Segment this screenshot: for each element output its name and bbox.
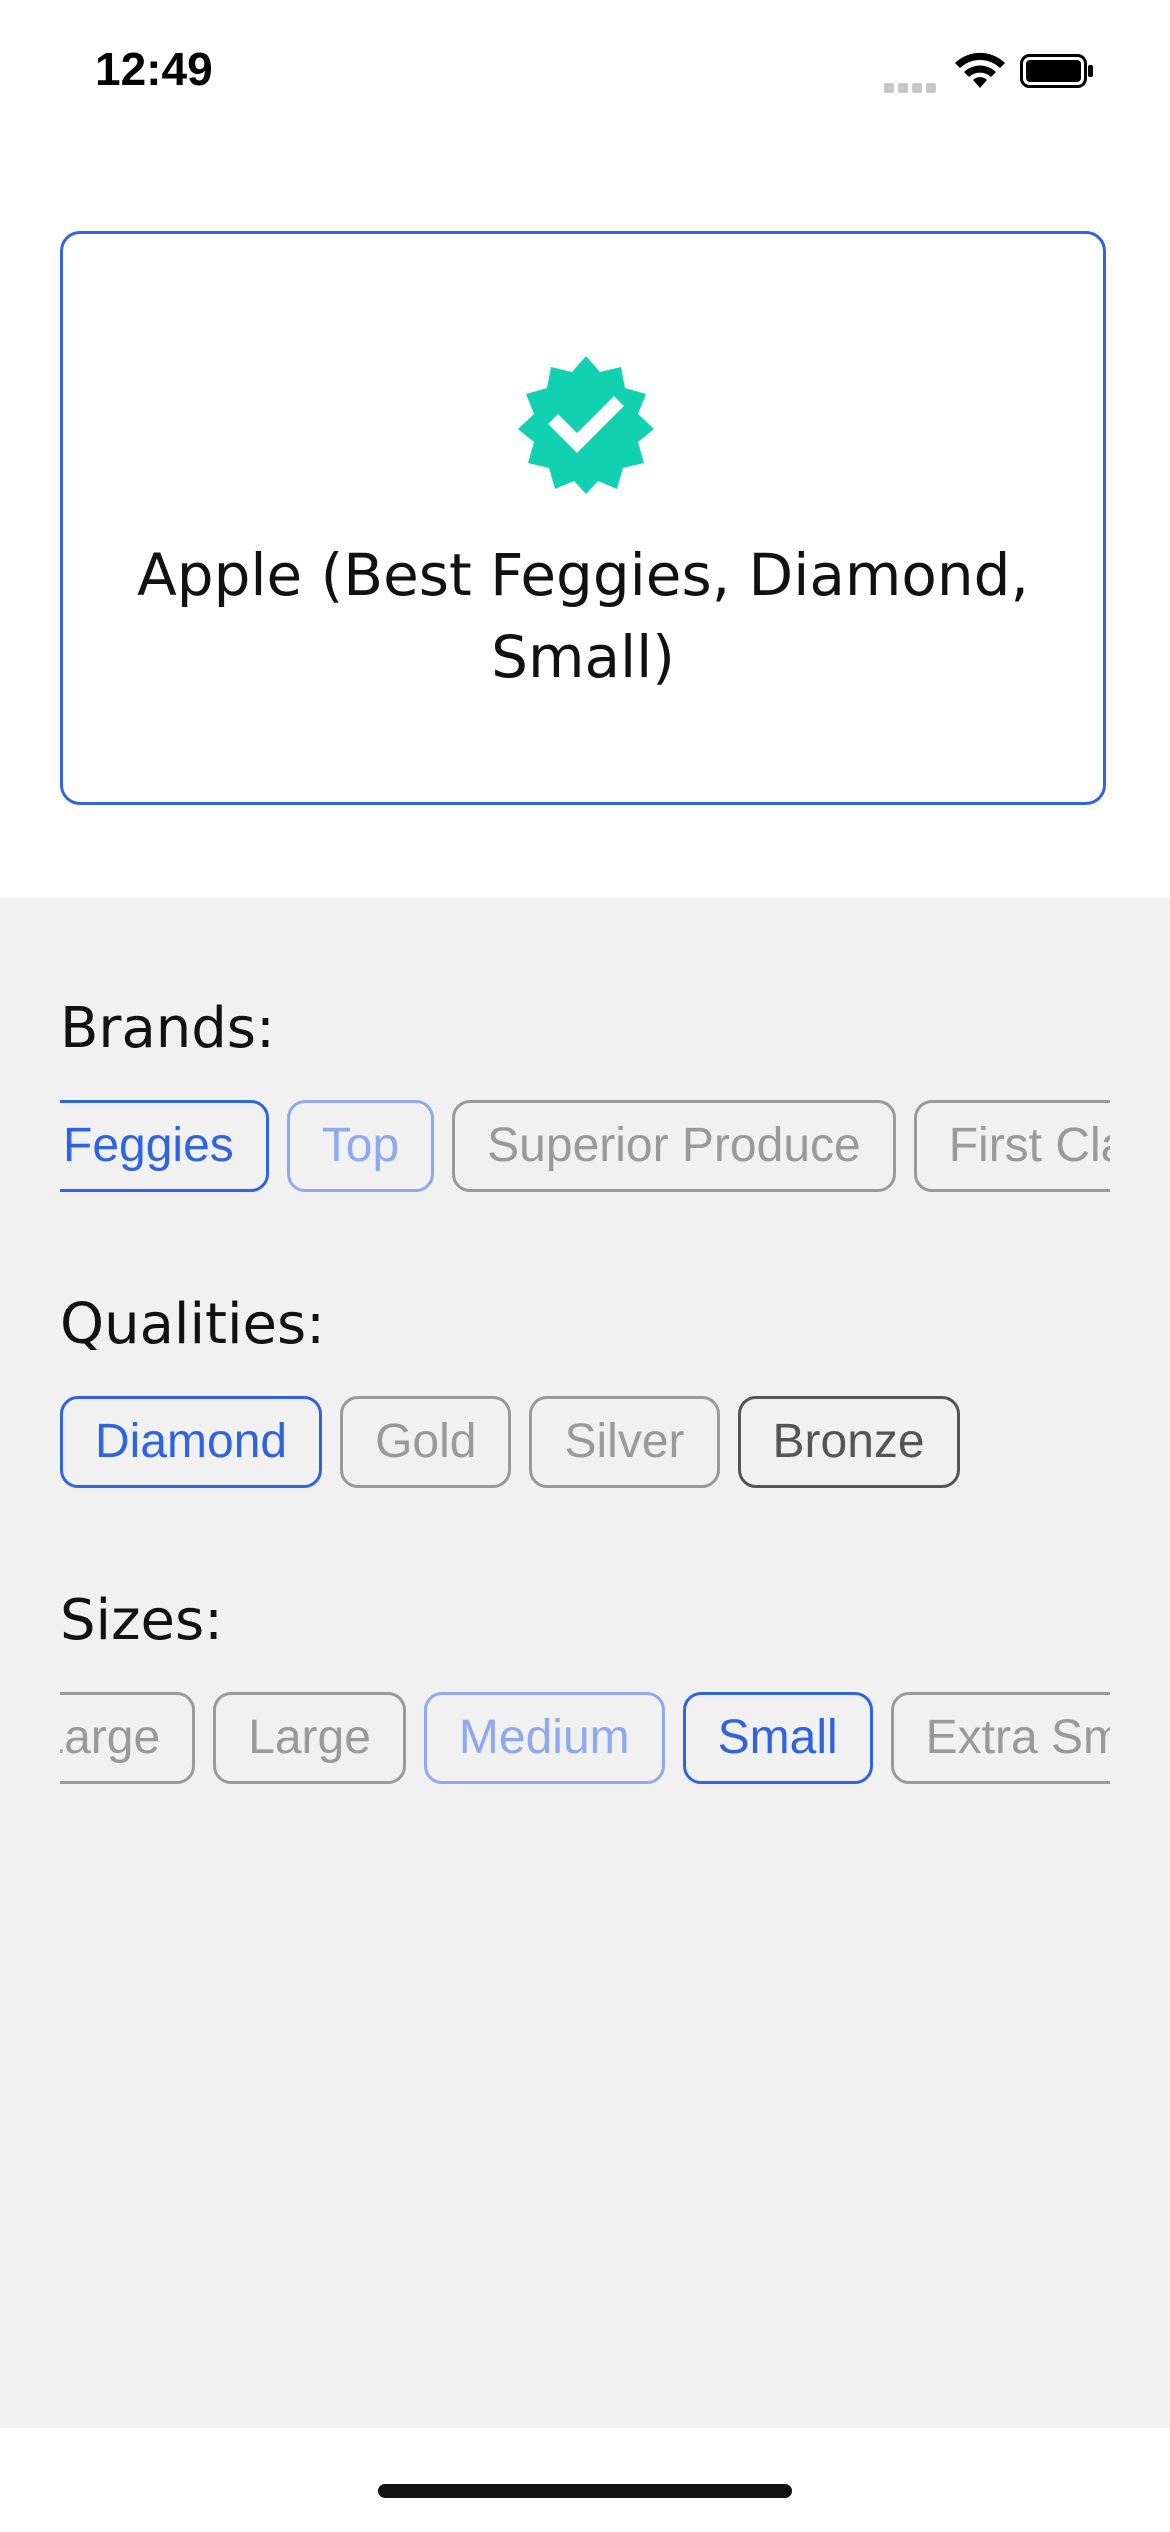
product-summary-card: Apple (Best Feggies, Diamond, Small) [60,231,1106,805]
sizes-chip-track: Extra Large Large Medium Small Extra Sma… [60,1692,1110,1792]
status-bar: 12:49 [0,0,1170,150]
brand-chip[interactable]: Superior Produce [452,1100,896,1192]
size-chip[interactable]: Medium [423,1692,665,1784]
status-time: 12:49 [95,43,213,95]
size-chip[interactable]: Extra Large [60,1692,196,1784]
sizes-label: Sizes: [60,1588,223,1653]
brand-chip[interactable]: First Class [913,1100,1110,1192]
quality-chip[interactable]: Diamond [60,1396,323,1488]
verified-badge-icon [518,356,654,494]
product-title: Apple (Best Feggies, Diamond, Small) [137,541,1029,691]
size-chip[interactable]: Extra Small [890,1692,1110,1784]
brands-chip-track: Feggies Top Superior Produce First Class [60,1100,1110,1200]
brands-label: Brands: [60,996,275,1061]
qualities-label: Qualities: [60,1292,326,1357]
home-indicator[interactable] [378,2484,792,2498]
size-chip[interactable]: Small [682,1692,873,1784]
brand-chip[interactable]: Top [286,1100,435,1192]
wifi-icon [955,52,1005,88]
sizes-chip-row[interactable]: Extra Large Large Medium Small Extra Sma… [60,1692,1110,1792]
quality-chip[interactable]: Bronze [737,1396,960,1488]
status-icons [884,50,1114,96]
size-chip[interactable]: Large [213,1692,406,1784]
brands-chip-row[interactable]: Feggies Top Superior Produce First Class [60,1100,1110,1200]
qualities-chip-track: Diamond Gold Silver Bronze [60,1396,960,1496]
battery-icon [1020,54,1093,88]
cellular-signal-icon [884,80,942,93]
filter-panel: Brands: Feggies Top Superior Produce Fir… [0,898,1170,2428]
quality-chip[interactable]: Gold [340,1396,512,1488]
brand-chip[interactable]: Feggies [60,1100,269,1192]
qualities-chip-row[interactable]: Diamond Gold Silver Bronze [60,1396,1110,1496]
quality-chip[interactable]: Silver [529,1396,720,1488]
